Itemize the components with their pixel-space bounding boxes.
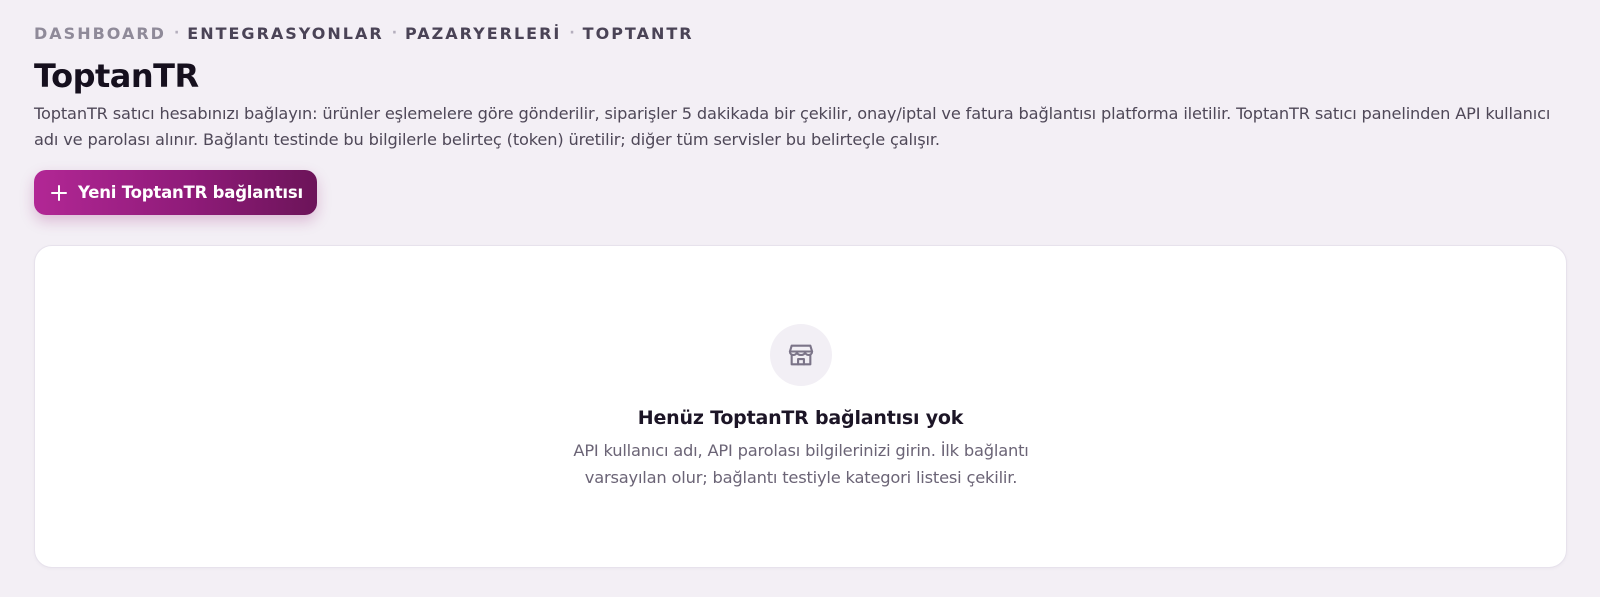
empty-state-icon-circle [770,324,832,386]
store-icon [788,344,814,366]
page-title: ToptanTR [34,57,199,95]
breadcrumb-separator: · [173,25,180,41]
empty-state-card: Henüz ToptanTR bağlantısı yok API kullan… [34,245,1567,568]
empty-state-title: Henüz ToptanTR bağlantısı yok [637,407,964,429]
breadcrumb-integrations[interactable]: ENTEGRASYONLAR [187,24,383,43]
empty-state-line-1: API kullanıcı adı, API parolası bilgiler… [573,441,1029,460]
breadcrumb: DASHBOARD · ENTEGRASYONLAR · PAZARYERLER… [34,22,1566,44]
breadcrumb-dashboard[interactable]: DASHBOARD [34,24,166,43]
empty-state-line-2: varsayılan olur; bağlantı testiyle kateg… [584,468,1018,487]
breadcrumb-separator: · [569,25,575,41]
new-connection-button[interactable]: Yeni ToptanTR bağlantısı [34,170,317,215]
breadcrumb-marketplaces[interactable]: PAZARYERLERİ [405,24,561,43]
plus-icon [51,184,67,201]
breadcrumb-current: TOPTANTR [582,23,694,43]
page: DASHBOARD · ENTEGRASYONLAR · PAZARYERLER… [0,0,1600,597]
new-connection-label: Yeni ToptanTR bağlantısı [78,183,303,202]
page-description: ToptanTR satıcı hesabınızı bağlayın: ürü… [34,104,1551,149]
breadcrumb-separator: · [391,25,398,41]
empty-state-description: API kullanıcı adı, API parolası bilgiler… [501,437,1101,491]
